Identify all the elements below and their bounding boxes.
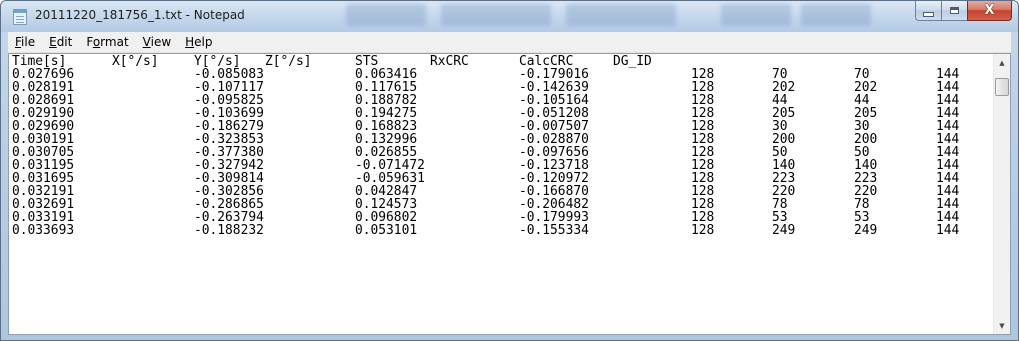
data-cell: 144 (936, 223, 960, 238)
data-row: 0.032691 -0.286865 0.124573 -0.206482 128 78 7… (12, 198, 993, 211)
title-bar[interactable]: 20111220_181756_1.txt - Notepad X (1, 1, 1018, 32)
window-title: 20111220_181756_1.txt - Notepad (35, 8, 245, 22)
scroll-down-icon[interactable]: ▼ (994, 317, 1010, 334)
scroll-thumb[interactable] (995, 78, 1009, 96)
menu-view[interactable]: View (136, 32, 178, 52)
data-cell: 249 (854, 223, 878, 238)
header-cell: RxCRC (430, 54, 469, 69)
minimize-icon (923, 11, 934, 17)
header-cell: DG_ID (613, 54, 652, 69)
close-icon: X (984, 3, 995, 18)
notepad-icon[interactable] (13, 9, 27, 25)
data-row: 0.027696 -0.085083 0.063416 -0.179016 128 70 7… (12, 68, 993, 81)
caption-buttons: X (915, 1, 1012, 21)
header-cell: X[°/s] (112, 54, 159, 69)
data-cell: -0.188232 (194, 223, 264, 238)
data-row: 0.030191 -0.323853 0.132996 -0.028870 128 200… (12, 133, 993, 146)
data-row: 0.028691 -0.095825 0.188782 -0.105164 128 44 4… (12, 94, 993, 107)
data-rows: 0.027696 -0.085083 0.063416 -0.179016 128 70 7… (12, 68, 993, 237)
data-row: 0.031195 -0.327942 -0.071472 -0.123718 128 14… (12, 159, 993, 172)
header-cell: Z[°/s] (265, 54, 312, 69)
background-blur (346, 4, 426, 26)
data-row: 0.033191 -0.263794 0.096802 -0.179993 128 53 5… (12, 211, 993, 224)
data-cell: 249 (772, 223, 796, 238)
vertical-scrollbar[interactable]: ▲ ▼ (993, 54, 1010, 334)
data-row: 0.031695 -0.309814 -0.059631 -0.120972 128 22… (12, 172, 993, 185)
data-cell: 0.033693 (12, 223, 75, 238)
background-blur (441, 4, 551, 26)
menu-format[interactable]: Format (79, 32, 135, 52)
menu-file[interactable]: File (8, 32, 42, 52)
menu-edit[interactable]: Edit (42, 32, 79, 52)
maximize-button[interactable] (941, 1, 967, 21)
scroll-up-icon[interactable]: ▲ (994, 54, 1010, 71)
data-row: 0.032191 -0.302856 0.042847 -0.166870 128 220… (12, 185, 993, 198)
background-blur (801, 4, 871, 26)
maximize-icon (950, 7, 959, 14)
data-row: 0.028191 -0.107117 0.117615 -0.142639 128 202… (12, 81, 993, 94)
menu-bar: File Edit Format View Help (8, 32, 1011, 53)
close-button[interactable]: X (967, 1, 1012, 21)
background-blur (721, 4, 791, 26)
data-row: 0.030705 -0.377380 0.026855 -0.097656 128 50 5… (12, 146, 993, 159)
document-text[interactable]: Time[s] X[°/s] Y[°/s] Z[°/s] STS RxCRC C… (9, 54, 993, 334)
data-row: 0.029690 -0.186279 0.168823 -0.007507 128 30 3… (12, 120, 993, 133)
data-row: 0.033693 -0.188232 0.053101 -0.155334 128 249… (12, 224, 993, 237)
background-blur (566, 4, 676, 26)
data-cell: 128 (691, 223, 715, 238)
data-cell: -0.155334 (519, 223, 589, 238)
menu-help[interactable]: Help (178, 32, 219, 52)
header-row: Time[s] X[°/s] Y[°/s] Z[°/s] STS RxCRC C… (12, 55, 993, 68)
notepad-window: 20111220_181756_1.txt - Notepad X File E… (0, 0, 1019, 341)
text-editor[interactable]: Time[s] X[°/s] Y[°/s] Z[°/s] STS RxCRC C… (8, 53, 1011, 335)
data-cell: 0.053101 (355, 223, 418, 238)
minimize-button[interactable] (915, 1, 941, 21)
data-row: 0.029190 -0.103699 0.194275 -0.051208 128 205… (12, 107, 993, 120)
